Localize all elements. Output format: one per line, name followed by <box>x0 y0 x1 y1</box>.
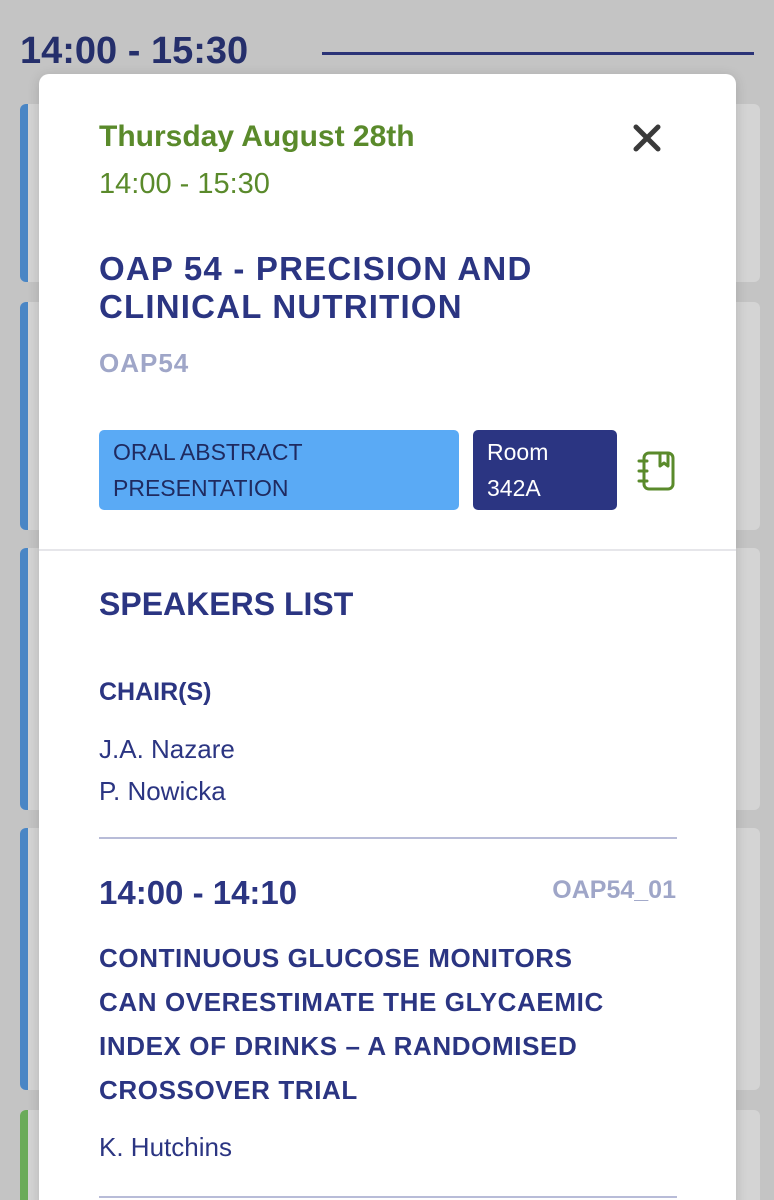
notebook-icon <box>637 451 675 491</box>
session-type-line: ORAL ABSTRACT <box>113 439 303 465</box>
talk-time: 14:00 - 14:10 <box>99 874 298 911</box>
session-type-badge: ORAL ABSTRACT PRESENTATION <box>99 430 459 510</box>
close-icon <box>633 124 661 152</box>
schedule-time-header: 14:00 - 15:30 <box>20 30 249 72</box>
room-badge: Room 342A <box>473 430 617 510</box>
speakers-list-heading: SPEAKERS LIST <box>99 586 354 622</box>
talk-code: OAP54_01 <box>552 876 676 904</box>
talk-title[interactable]: CONTINUOUS GLUCOSE MONITORS CAN OVERESTI… <box>99 936 679 1112</box>
session-title-line: CLINICAL NUTRITION <box>99 288 463 325</box>
session-type-line: PRESENTATION <box>113 475 289 501</box>
schedule-divider <box>322 52 754 55</box>
chair-name[interactable]: J.A. Nazare <box>99 734 235 765</box>
session-time: 14:00 - 15:30 <box>99 168 270 200</box>
section-divider <box>99 1196 677 1198</box>
talk-title-line: CONTINUOUS GLUCOSE MONITORS <box>99 943 573 973</box>
card-color-bar <box>20 548 28 810</box>
chairs-heading: CHAIR(S) <box>99 678 212 706</box>
section-divider <box>99 837 677 839</box>
talk-title-line: CAN OVERESTIMATE THE GLYCAEMIC <box>99 987 604 1017</box>
session-code: OAP54 <box>99 348 190 378</box>
session-detail-modal: Thursday August 28th 14:00 - 15:30 OAP 5… <box>39 74 736 1200</box>
card-color-bar <box>20 1110 28 1200</box>
session-header: Thursday August 28th 14:00 - 15:30 OAP 5… <box>39 74 736 551</box>
room-label: Room <box>487 439 549 465</box>
close-button[interactable] <box>627 118 667 158</box>
card-color-bar <box>20 302 28 530</box>
card-color-bar <box>20 104 28 282</box>
talk-title-line: INDEX OF DRINKS – A RANDOMISED <box>99 1031 578 1061</box>
room-number: 342A <box>487 475 541 501</box>
session-title-line: OAP 54 - PRECISION AND <box>99 250 533 287</box>
card-color-bar <box>20 828 28 1090</box>
chair-name[interactable]: P. Nowicka <box>99 776 226 807</box>
session-day: Thursday August 28th <box>99 120 415 153</box>
session-title: OAP 54 - PRECISION AND CLINICAL NUTRITIO… <box>99 250 659 326</box>
talk-title-line: CROSSOVER TRIAL <box>99 1075 358 1105</box>
talk-speaker[interactable]: K. Hutchins <box>99 1132 232 1163</box>
notes-button[interactable] <box>635 448 679 494</box>
